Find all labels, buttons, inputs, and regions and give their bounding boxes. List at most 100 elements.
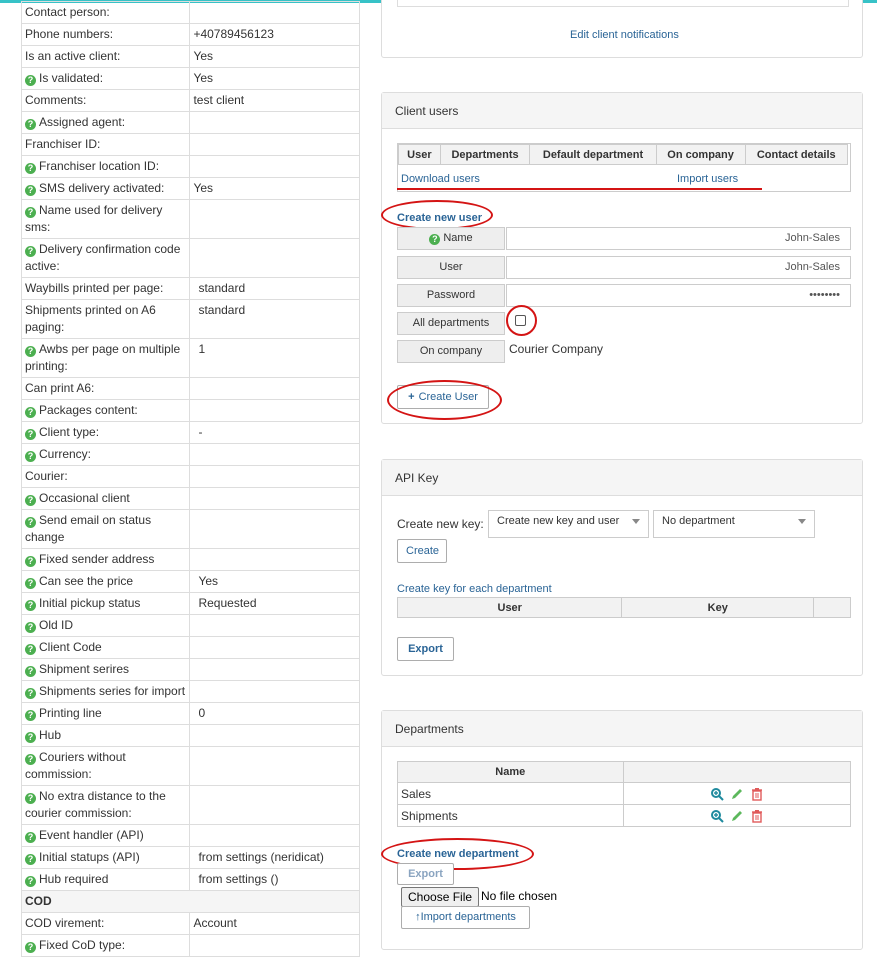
detail-row: ? Couriers without commission: [20,746,360,786]
api-keys-table: User Key [396,597,851,618]
help-icon: ? [25,622,36,633]
zoom-icon[interactable] [710,787,724,801]
detail-row: Phone numbers: +40789456123 [20,23,360,46]
help-icon: ? [25,407,36,418]
detail-value [189,155,360,178]
detail-row: ? Client Code [20,636,360,659]
detail-value [189,658,360,681]
user-label: User [397,256,505,279]
detail-value: standard [189,277,360,300]
detail-row: Comments: test client [20,89,360,112]
detail-label: ? No extra distance to the courier commis… [20,785,191,825]
help-icon: ? [25,600,36,611]
col-contact-details[interactable]: Contact details [744,144,848,165]
all-departments-checkbox[interactable] [515,315,526,326]
help-icon: ? [25,578,36,589]
department-select[interactable]: No department [653,510,815,538]
detail-label: ? Currency: [20,443,191,466]
detail-label: Comments: [20,89,191,112]
detail-value: from settings () [189,868,360,891]
on-company-label: On company [397,340,505,363]
export-departments-button[interactable]: Export [397,863,454,885]
help-icon: ? [25,246,36,257]
help-icon: ? [25,556,36,567]
detail-value [189,746,360,786]
detail-row: ? Is validated: Yes [20,67,360,90]
api-key-panel: API Key Create new key: Create new key a… [381,459,863,676]
detail-row: ? Delivery confirmation code active: [20,238,360,278]
detail-label: ? Couriers without commission: [20,746,191,786]
create-new-user-link[interactable]: Create new user [397,212,482,224]
departments-table: Name Sales Shipments [397,761,852,827]
detail-row: ? Printing line 0 [20,702,360,725]
detail-label: Phone numbers: [20,23,191,46]
help-icon: ? [25,185,36,196]
detail-row: Franchiser ID: [20,133,360,156]
detail-label: ? Initial statups (API) [20,846,191,869]
user-input[interactable]: John-Sales [506,256,851,279]
detail-row: ? Can see the price Yes [20,570,360,593]
detail-label: ? Name used for delivery sms: [20,199,191,239]
help-icon: ? [25,754,36,765]
trash-icon[interactable] [750,809,764,823]
detail-label: Franchiser ID: [20,133,191,156]
plus-icon: + [408,391,415,403]
edit-client-notifications-link[interactable]: Edit client notifications [570,29,679,41]
col-name[interactable]: Name [397,761,624,783]
help-icon: ? [25,517,36,528]
detail-value [189,238,360,278]
detail-row: ? Old ID [20,614,360,637]
detail-label: Courier: [20,465,191,488]
create-key-button[interactable]: Create [397,539,447,563]
detail-value: 0 [189,702,360,725]
detail-row: ? Initial pickup status Requested [20,592,360,615]
on-company-value: Courier Company [509,342,604,356]
client-details-table: Contact person: Phone numbers: +4078945612… [20,1,360,957]
client-users-header-row: User Departments Default department On c… [398,144,848,165]
detail-label: ? Client type: [20,421,191,444]
pencil-icon[interactable] [730,787,744,801]
import-departments-button[interactable]: ↑Import departments [401,906,530,929]
create-user-button[interactable]: + Create User [397,385,489,409]
detail-row: ? Occasional client [20,487,360,510]
col-on-company[interactable]: On company [655,144,746,165]
department-row: Shipments [397,804,852,827]
help-icon: ? [25,495,36,506]
detail-row: ? Fixed CoD type: [20,934,360,957]
col-user[interactable]: User [398,144,441,165]
choose-file-button[interactable]: Choose File [401,887,480,907]
detail-value: Account [189,912,360,935]
detail-label: ? Printing line [20,702,191,725]
detail-label: ? Client Code [20,636,191,659]
download-users-link[interactable]: Download users [401,173,480,185]
zoom-icon[interactable] [710,809,724,823]
detail-row: ? Send email on status change [20,509,360,549]
detail-value [189,111,360,134]
export-keys-button[interactable]: Export [397,637,454,661]
detail-label: ? Initial pickup status [20,592,191,615]
client-users-grid: User Departments Default department On c… [397,143,851,192]
col-default-department[interactable]: Default department [529,144,657,165]
pencil-icon[interactable] [730,809,744,823]
detail-value [189,548,360,571]
col-user[interactable]: User [396,597,623,618]
col-key[interactable]: Key [621,597,815,618]
detail-value [189,199,360,239]
help-icon: ? [25,688,36,699]
key-type-select[interactable]: Create new key and user [488,510,649,538]
create-new-department-link[interactable]: Create new department [397,848,519,860]
all-departments-label: All departments [397,312,505,335]
detail-value: test client [189,89,360,112]
trash-icon[interactable] [750,787,764,801]
create-key-each-department-link[interactable]: Create key for each department [397,583,552,595]
col-departments[interactable]: Departments [439,144,531,165]
detail-row: ? Hub [20,724,360,747]
import-users-link[interactable]: Import users [677,173,738,185]
help-icon: ? [25,732,36,743]
name-input[interactable]: John-Sales [506,227,851,250]
help-icon: ? [25,644,36,655]
detail-value [189,443,360,466]
password-input[interactable]: •••••••• [506,284,851,307]
detail-row: ? Shipment serires [20,658,360,681]
detail-label: ? SMS delivery activated: [20,177,191,200]
